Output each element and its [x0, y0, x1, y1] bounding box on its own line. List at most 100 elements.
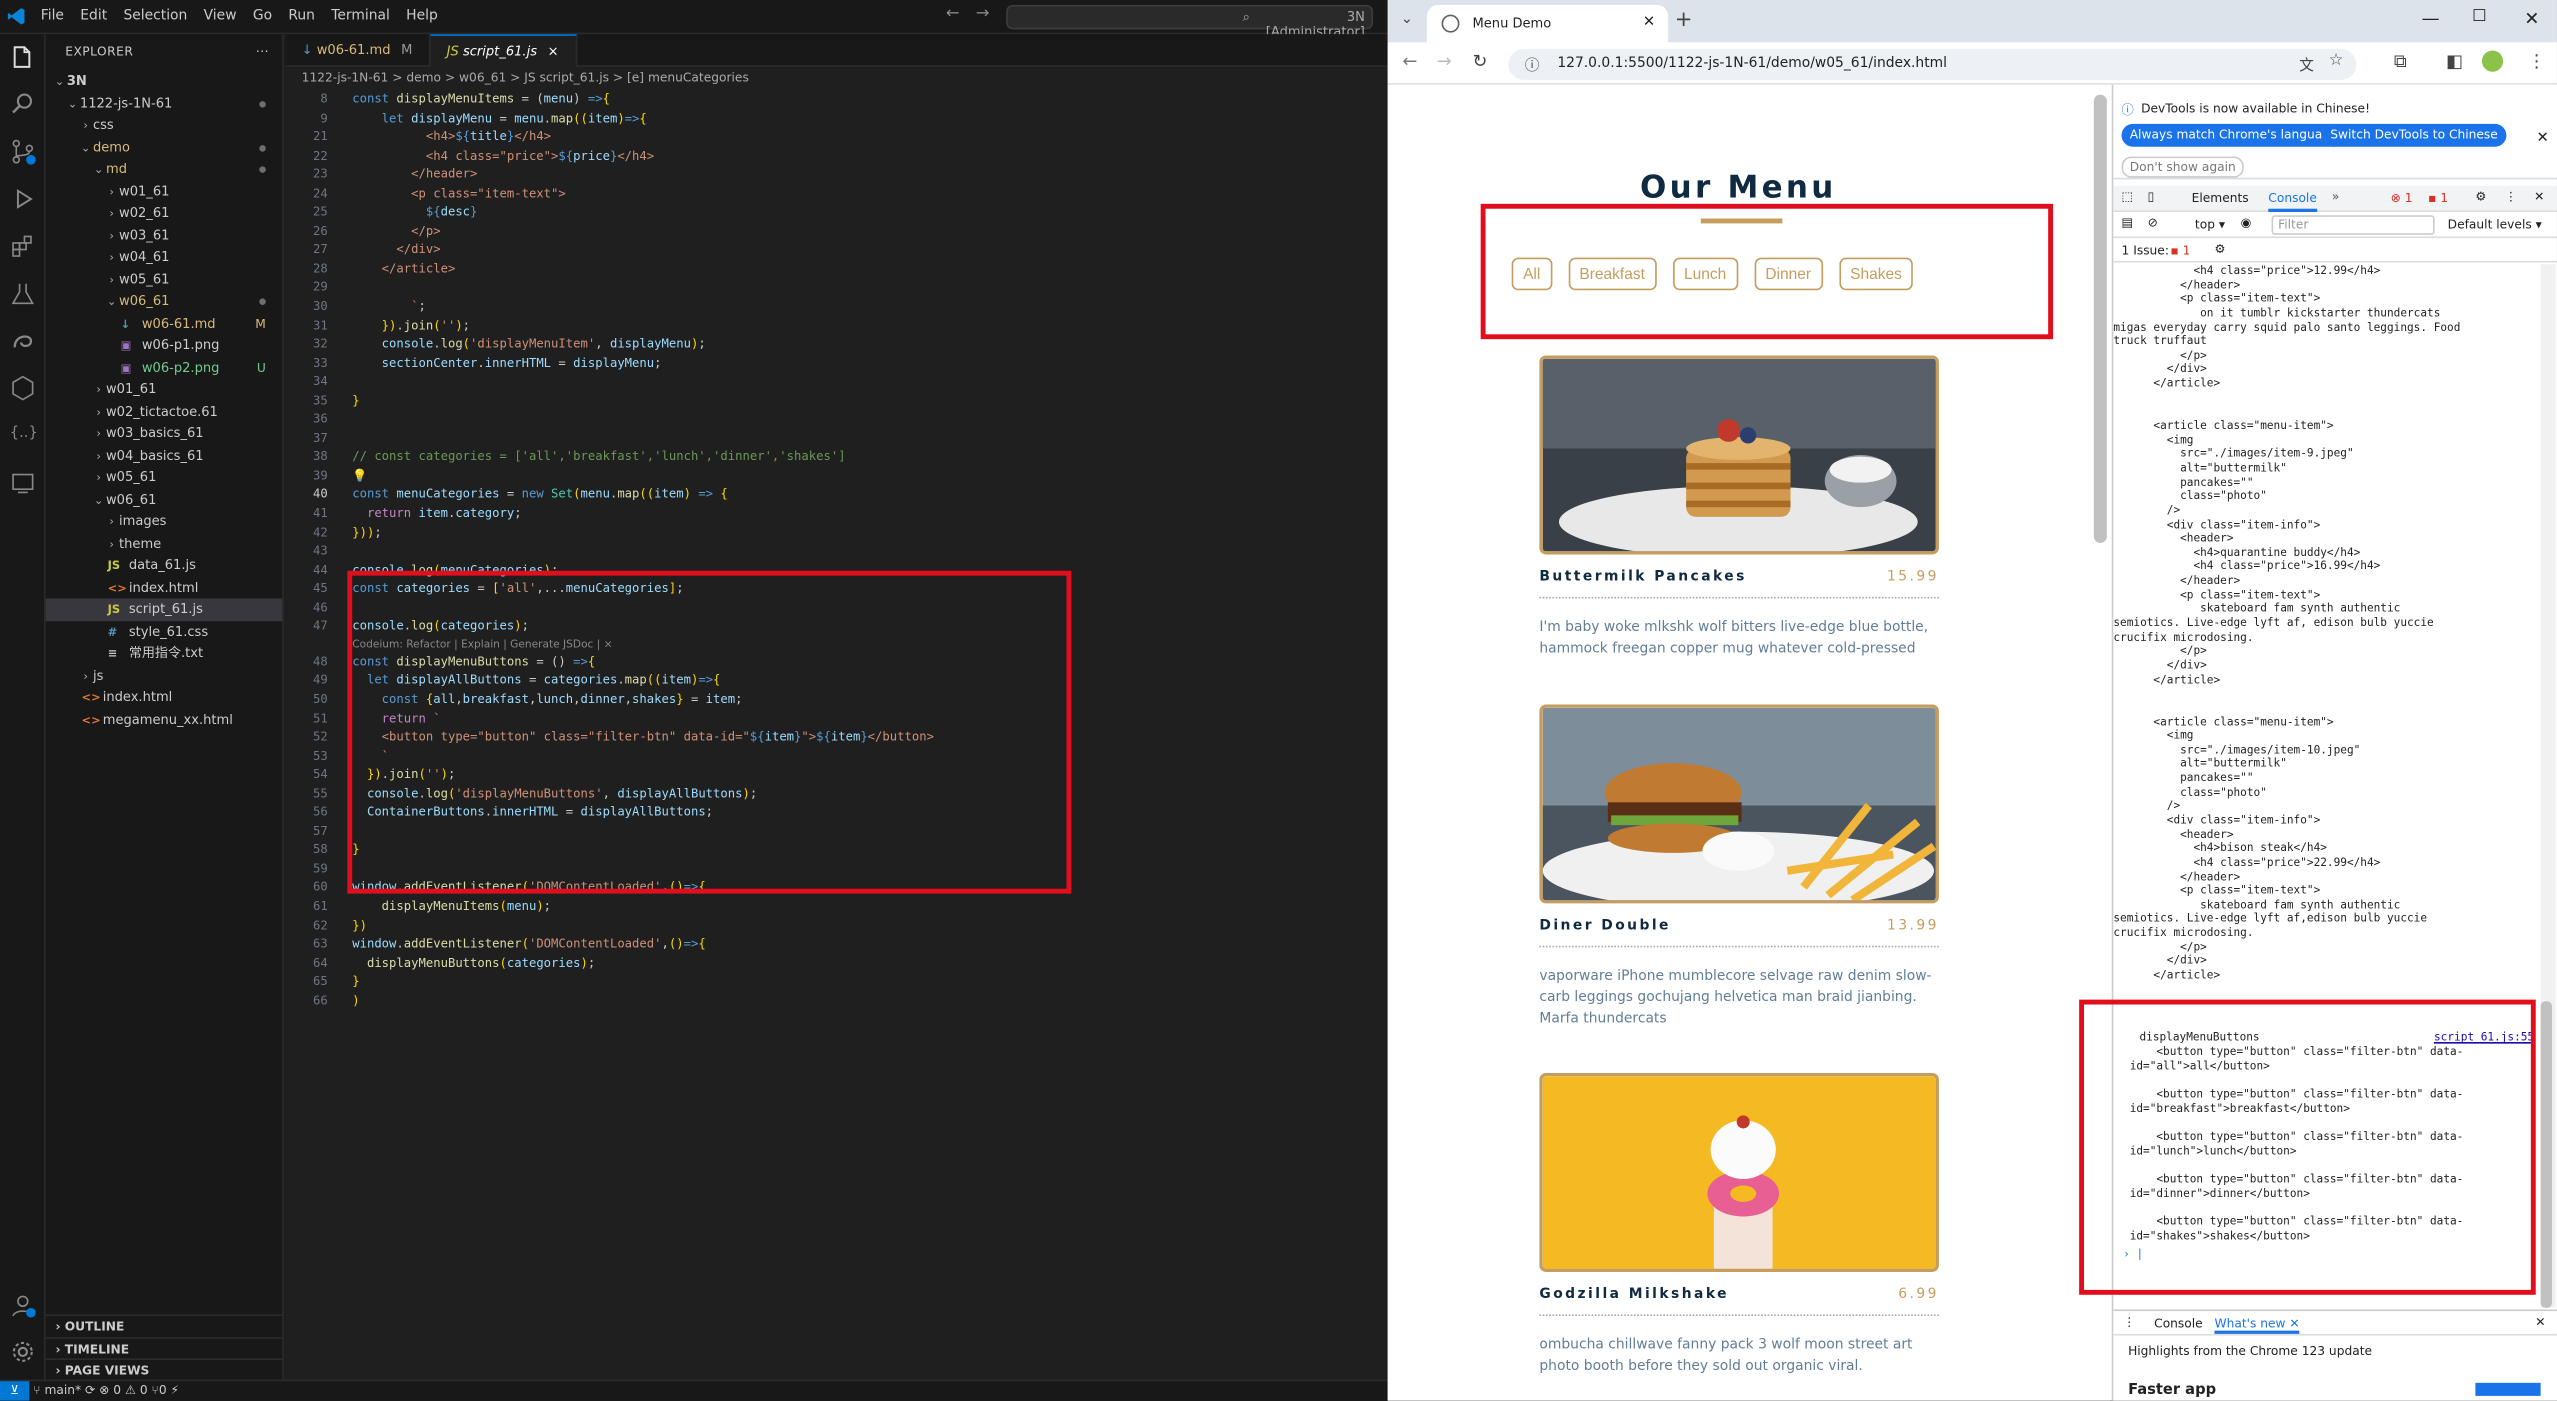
tree-item[interactable]: › theme [46, 532, 282, 554]
sidebar-toggle-icon[interactable]: ▤ [2122, 215, 2134, 230]
tree-item[interactable]: › images [46, 510, 282, 532]
code-line[interactable]: 46 [285, 598, 1387, 617]
code-editor[interactable]: 8 const displayMenuItems = (menu) =>{9 le… [285, 90, 1387, 1010]
account-icon[interactable] [10, 1292, 36, 1318]
close-tab-icon[interactable]: ✕ [1643, 15, 1655, 31]
tree-item[interactable]: › css [46, 114, 282, 136]
code-line[interactable]: 64 displayMenuButtons(categories); [285, 953, 1387, 972]
filter-button-dinner[interactable]: Dinner [1753, 257, 1823, 291]
remote-indicator-icon[interactable]: ⊻ [0, 1381, 30, 1401]
translate-icon[interactable]: 文 [2299, 54, 2314, 75]
filter-button-breakfast[interactable]: Breakfast [1568, 257, 1657, 291]
drawer-tab-whats-new[interactable]: What's new ✕ [2214, 1316, 2300, 1334]
code-line[interactable]: 38 // const categories = ['all','breakfas… [285, 447, 1387, 466]
reload-icon[interactable]: ↻ [1473, 51, 1488, 72]
tree-item[interactable]: # style_61.css [46, 620, 282, 642]
editor-tab[interactable]: JS script_61.js × [430, 34, 577, 67]
code-line[interactable]: 35} [285, 391, 1387, 410]
back-icon[interactable]: ← [1402, 51, 1417, 72]
code-line[interactable]: 31 }).join(''); [285, 316, 1387, 335]
tree-item[interactable]: › w04_61 [46, 246, 282, 268]
code-line[interactable]: 39 💡 [285, 466, 1387, 485]
code-line[interactable]: 36 [285, 410, 1387, 429]
code-line[interactable]: 34 [285, 372, 1387, 391]
code-line[interactable]: 41 return item.category; [285, 504, 1387, 523]
drawer-menu-icon[interactable]: ⋮ [2123, 1314, 2135, 1329]
inspect-element-icon[interactable]: ⬚ [2122, 189, 2134, 204]
json-braces-icon[interactable]: {..} [10, 426, 38, 452]
tree-item[interactable]: <> index.html [46, 687, 282, 709]
devtools-menu-icon[interactable]: ⋮ [2505, 189, 2517, 204]
menu-view[interactable]: View [204, 8, 237, 24]
profile-avatar[interactable] [2481, 50, 2504, 72]
bookmark-star-icon[interactable]: ☆ [2329, 52, 2344, 70]
code-line[interactable]: 50 const {all,breakfast,lunch,dinner,sha… [285, 690, 1387, 709]
menu-selection[interactable]: Selection [123, 8, 187, 24]
code-line[interactable]: 29 [285, 278, 1387, 297]
tab-elements[interactable]: Elements [2192, 191, 2249, 206]
chrome-menu-icon[interactable]: ⋮ [2528, 51, 2546, 72]
filter-button-shakes[interactable]: Shakes [1838, 257, 1914, 291]
filter-button-lunch[interactable]: Lunch [1672, 257, 1738, 291]
explorer-files-icon[interactable] [10, 44, 36, 70]
code-line[interactable]: 45 const categories = ['all',...menuCateg… [285, 579, 1387, 598]
manage-gear-icon[interactable] [10, 1339, 36, 1365]
code-line[interactable]: 48 const displayMenuButtons = () =>{ [285, 652, 1387, 671]
close-tab-icon[interactable]: × [544, 44, 559, 59]
tab-search-chevron-icon[interactable]: ⌄ [1401, 11, 1413, 27]
code-line[interactable]: 44 console.log(menuCategories); [285, 560, 1387, 579]
tree-item[interactable]: ⌄ w06_61 [46, 488, 282, 510]
side-panel-icon[interactable]: ◧ [2446, 51, 2463, 72]
context-select[interactable]: top ▾ [2195, 217, 2225, 232]
code-line[interactable]: 53 ` [285, 746, 1387, 765]
code-line[interactable]: 27 </div> [285, 240, 1387, 259]
panel-timeline[interactable]: › TIMELINE [45, 1336, 284, 1358]
dont-show-again-button[interactable]: Don't show again [2121, 156, 2244, 178]
code-line[interactable]: 56 ContainerButtons.innerHTML = displayA… [285, 803, 1387, 822]
code-line[interactable]: 47 console.log(categories); [285, 617, 1387, 636]
minimize-icon[interactable]: — [2422, 8, 2440, 29]
code-line[interactable]: 8 const displayMenuItems = (menu) =>{ [285, 90, 1387, 109]
code-line[interactable]: 22 <h4 class="price">${price}</h4> [285, 146, 1387, 165]
tree-item[interactable]: › js [46, 665, 282, 687]
status-items[interactable]: ⑂ main* ⟳ ⊗ 0 ⚠ 0 ⑂0 ⚡ [33, 1383, 179, 1398]
code-line[interactable]: 24 <p class="item-text"> [285, 184, 1387, 203]
tree-item[interactable]: ⌄ w06_61 [46, 290, 282, 312]
code-line[interactable]: 49 let displayAllButtons = categories.ma… [285, 671, 1387, 690]
code-line[interactable]: 21 <h4>${title}</h4> [285, 127, 1387, 146]
live-expression-eye-icon[interactable]: ◉ [2241, 215, 2252, 230]
editor-tab[interactable]: ↓ w06-61.md M [285, 34, 431, 67]
search-icon[interactable] [10, 91, 36, 117]
menu-edit[interactable]: Edit [80, 8, 107, 24]
site-info-icon[interactable]: ⓘ [1525, 54, 1540, 75]
log-levels-dropdown[interactable]: Default levels ▾ [2448, 217, 2542, 232]
code-line[interactable]: 30 `; [285, 297, 1387, 316]
tree-item[interactable]: ≡ 常用指令.txt [46, 642, 282, 664]
code-line[interactable]: 62}) [285, 916, 1387, 935]
menu-terminal[interactable]: Terminal [331, 8, 390, 24]
remote-explorer-icon[interactable] [10, 375, 36, 401]
code-line[interactable]: 32 console.log('displayMenuItem', displa… [285, 334, 1387, 353]
tree-item[interactable]: › w01_61 [46, 378, 282, 400]
switch-to-chinese-button[interactable]: Switch DevTools to Chinese [2322, 123, 2506, 147]
tree-item[interactable]: › w03_61 [46, 224, 282, 246]
extensions-icon[interactable] [10, 233, 36, 259]
console-scrollbar-thumb[interactable] [2540, 1001, 2553, 1308]
panel-outline[interactable]: › OUTLINE [45, 1314, 284, 1336]
new-tab-plus-icon[interactable]: + [1675, 8, 1693, 32]
code-line[interactable]: 26 </p> [285, 221, 1387, 240]
filter-button-all[interactable]: All [1511, 257, 1552, 291]
extensions-puzzle-icon[interactable]: ⧉ [2394, 51, 2407, 74]
tree-item[interactable]: ⌄ md [46, 158, 282, 180]
code-line[interactable]: 57 [285, 822, 1387, 841]
codelens-hint[interactable]: Codeium: Refactor | Explain | Generate J… [285, 636, 1387, 652]
code-line[interactable]: 28 </article> [285, 259, 1387, 278]
code-line[interactable]: 51 return ` [285, 709, 1387, 728]
more-actions-icon[interactable]: ··· [256, 44, 269, 70]
menu-help[interactable]: Help [406, 8, 438, 24]
page-scrollbar-thumb[interactable] [2093, 94, 2107, 544]
tree-item[interactable]: ▣ w06-p1.png [46, 334, 282, 356]
close-devtools-icon[interactable]: ✕ [2534, 189, 2544, 204]
tree-item[interactable]: <> megamenu_xx.html [46, 709, 282, 731]
console-scrollbar[interactable] [2540, 264, 2556, 1308]
